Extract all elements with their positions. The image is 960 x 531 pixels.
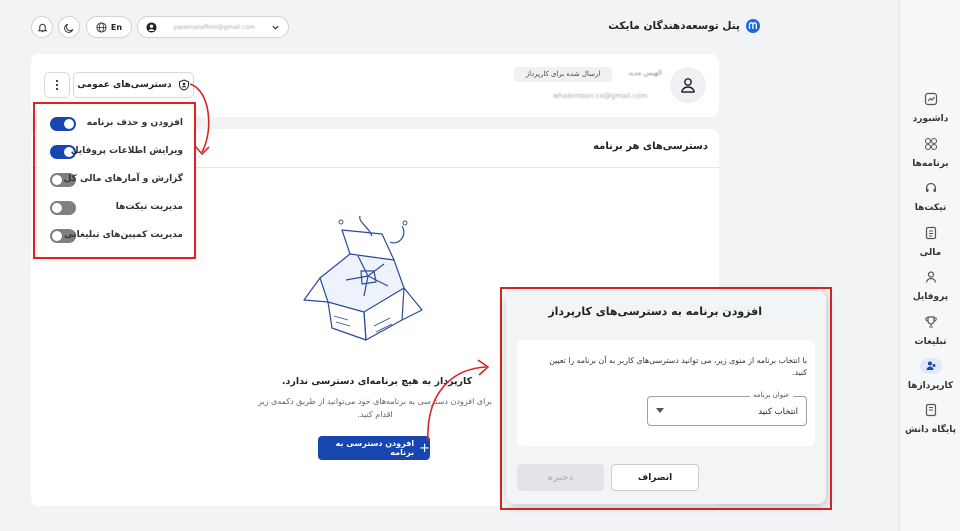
sidebar-item-dashboard[interactable]: داشبورد <box>900 92 960 124</box>
language-label: En <box>110 22 123 32</box>
user-email: whalemoon.co@gmail.com <box>553 92 648 100</box>
dashboard-icon <box>924 92 937 106</box>
dialog-description-line2: کنید. <box>792 368 807 377</box>
sidebar-item-label: تبلیغات <box>914 337 947 347</box>
trophy-icon <box>924 316 937 328</box>
apps-icon <box>924 137 937 151</box>
sidebar-item-label: کارپردازها <box>907 381 954 391</box>
highlight-box-permissions <box>33 102 196 259</box>
public-access-label: دسترسی‌های عمومی <box>77 80 172 90</box>
bell-icon <box>37 23 47 32</box>
empty-box-illustration <box>303 216 423 341</box>
cancel-button[interactable]: انصراف <box>611 464 699 491</box>
app-select-field[interactable]: انتخاب کنید <box>647 396 807 426</box>
avatar <box>670 67 706 103</box>
more-options-button[interactable] <box>44 72 70 98</box>
globe-icon <box>96 21 107 33</box>
sidebar-item-finance[interactable]: مالی <box>900 226 960 258</box>
apps-section-title: دسترسی‌های هر برنامه <box>593 141 708 152</box>
dialog-description: با انتخاب برنامه از منوی زیر، می توانید … <box>527 355 807 379</box>
sidebar-item-label: برنامه‌ها <box>912 159 949 169</box>
sidebar-item-label: مالی <box>919 248 942 258</box>
sidebar-item-label: پایگاه دانش <box>904 425 956 435</box>
profile-icon <box>925 271 936 283</box>
moon-icon <box>63 23 73 33</box>
sidebar-item-label: تیکت‌ها <box>914 203 947 213</box>
active-indicator <box>919 358 942 374</box>
document-icon <box>925 226 936 240</box>
sidebar-item-label: پروفایل <box>912 292 949 302</box>
account-menu[interactable]: yasamanafhmi@gmail.com <box>137 16 289 38</box>
sidebar-item-apps[interactable]: برنامه‌ها <box>900 137 960 169</box>
add-app-access-button[interactable]: + افزودن دسترسی به برنامه <box>318 436 430 460</box>
sidebar-item-profile[interactable]: پروفایل <box>900 270 960 302</box>
sidebar-item-ads[interactable]: تبلیغات <box>900 315 960 347</box>
app-select-label: عنوان برنامه <box>750 391 793 399</box>
app-select-placeholder: انتخاب کنید <box>758 407 798 417</box>
add-app-access-label: افزودن دسترسی به برنامه <box>335 439 415 457</box>
dialog-title: افزودن برنامه به دسترسی‌های کارپرداز <box>548 305 762 318</box>
account-icon <box>146 21 157 33</box>
dialog-description-line1: با انتخاب برنامه از منوی زیر، می توانید … <box>549 356 807 365</box>
myket-logo-icon <box>746 19 760 33</box>
sidebar: داشبورد برنامه‌ها تیکت‌ها مالی پروفایل ت… <box>899 0 960 531</box>
annotation-arrow-icon <box>189 83 210 156</box>
sidebar-item-contractors[interactable]: کارپردازها <box>900 358 960 391</box>
brand[interactable]: پنل توسعه‌دهندگان مایکت <box>608 18 760 34</box>
headset-icon <box>925 182 936 192</box>
sidebar-item-label: داشبورد <box>912 114 949 124</box>
sidebar-item-knowledge-base[interactable]: پایگاه دانش <box>900 403 960 435</box>
book-icon <box>925 403 936 417</box>
language-switcher[interactable]: En <box>86 16 132 38</box>
account-email: yasamanafhmi@gmail.com <box>173 23 255 31</box>
annotation-arrow-icon <box>427 359 490 442</box>
notifications-button[interactable] <box>31 16 53 38</box>
more-vertical-icon <box>55 79 59 91</box>
status-badge: ارسال شده برای کارپرداز <box>514 67 612 82</box>
public-access-button[interactable]: دسترسی‌های عمومی <box>73 72 194 98</box>
user-icon <box>681 78 695 93</box>
sidebar-item-tickets[interactable]: تیکت‌ها <box>900 181 960 213</box>
user-name: الهیس مدید <box>628 69 662 77</box>
brand-title: پنل توسعه‌دهندگان مایکت <box>608 20 740 32</box>
dropdown-arrow-icon <box>656 408 664 413</box>
dark-mode-button[interactable] <box>58 16 80 38</box>
save-button[interactable]: ذخیره <box>517 464 604 491</box>
users-icon <box>926 361 935 370</box>
chevron-down-icon <box>272 25 279 30</box>
